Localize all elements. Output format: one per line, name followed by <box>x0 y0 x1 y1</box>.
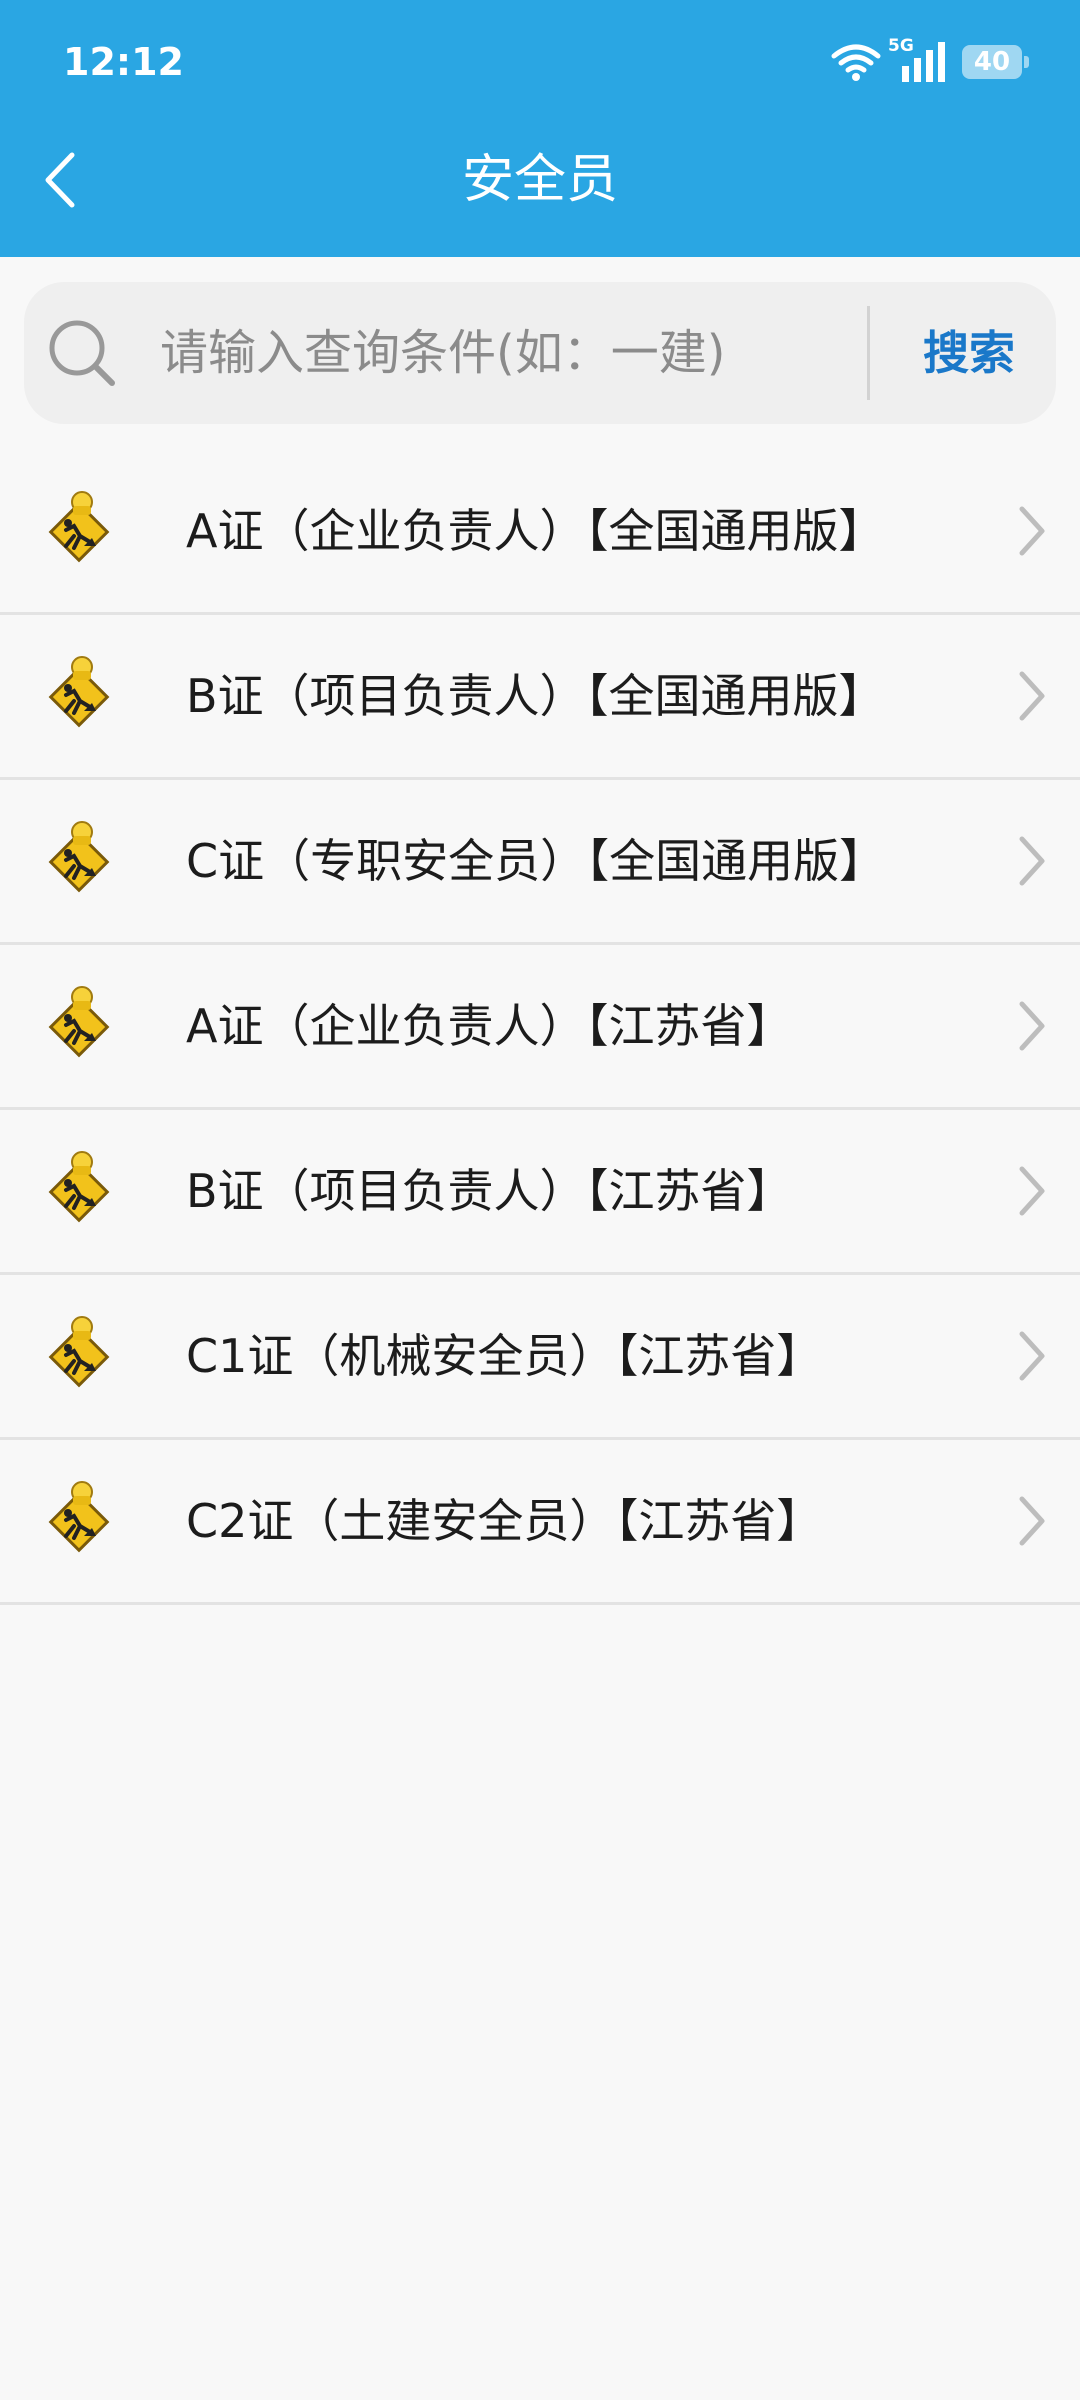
construction-worker-sign-icon <box>48 1481 110 1553</box>
chevron-right-icon <box>1019 1331 1045 1381</box>
list-item-label: A证（企业负责人）【江苏省】 <box>186 999 793 1053</box>
chevron-right-icon <box>1019 836 1045 886</box>
search-input[interactable] <box>160 307 860 399</box>
chevron-right-icon <box>1019 1496 1045 1546</box>
list-item[interactable]: C1证（机械安全员）【江苏省】 <box>0 1275 1080 1440</box>
list-item-label: C1证（机械安全员）【江苏省】 <box>186 1329 823 1383</box>
list-item[interactable]: C2证（土建安全员）【江苏省】 <box>0 1440 1080 1605</box>
cellular-signal: 5G <box>888 36 948 82</box>
list-item[interactable]: B证（项目负责人）【江苏省】 <box>0 1110 1080 1275</box>
status-icons: 5G 40 <box>830 36 1029 86</box>
construction-worker-sign-icon <box>48 656 110 728</box>
construction-worker-sign-icon <box>48 1316 110 1388</box>
list-item[interactable]: C证（专职安全员）【全国通用版】 <box>0 780 1080 945</box>
page-title: 安全员 <box>461 150 618 210</box>
battery-level: 40 <box>973 47 1011 77</box>
list-item-label: C2证（土建安全员）【江苏省】 <box>186 1494 823 1548</box>
list-item-label: B证（项目负责人）【江苏省】 <box>186 1164 793 1218</box>
wifi-icon <box>831 44 881 81</box>
chevron-right-icon <box>1019 1166 1045 1216</box>
list-item[interactable]: A证（企业负责人）【全国通用版】 <box>0 450 1080 615</box>
search-divider <box>867 306 870 400</box>
header-bar: 12:12 5G 40 安全员 <box>0 0 1080 257</box>
certificate-list: A证（企业负责人）【全国通用版】 B证（项目负责人）【全国通用版】 C证（专职安 <box>0 450 1080 1605</box>
search-icon <box>49 320 115 386</box>
construction-worker-sign-icon <box>48 986 110 1058</box>
chevron-right-icon <box>1019 506 1045 556</box>
network-type: 5G <box>888 36 914 56</box>
search-bar: 搜索 <box>24 282 1056 424</box>
list-item-label: C证（专职安全员）【全国通用版】 <box>186 834 886 888</box>
status-bar: 12:12 5G 40 <box>0 0 1080 120</box>
list-item-label: B证（项目负责人）【全国通用版】 <box>186 669 885 723</box>
construction-worker-sign-icon <box>48 491 110 563</box>
construction-worker-sign-icon <box>48 821 110 893</box>
chevron-right-icon <box>1019 1001 1045 1051</box>
battery-tip <box>1024 56 1029 68</box>
list-item[interactable]: B证（项目负责人）【全国通用版】 <box>0 615 1080 780</box>
search-button[interactable]: 搜索 <box>894 307 1044 399</box>
construction-worker-sign-icon <box>48 1151 110 1223</box>
status-time: 12:12 <box>63 40 184 84</box>
list-item[interactable]: A证（企业负责人）【江苏省】 <box>0 945 1080 1110</box>
list-item-label: A证（企业负责人）【全国通用版】 <box>186 504 885 558</box>
chevron-right-icon <box>1019 671 1045 721</box>
battery-indicator: 40 <box>962 45 1029 79</box>
